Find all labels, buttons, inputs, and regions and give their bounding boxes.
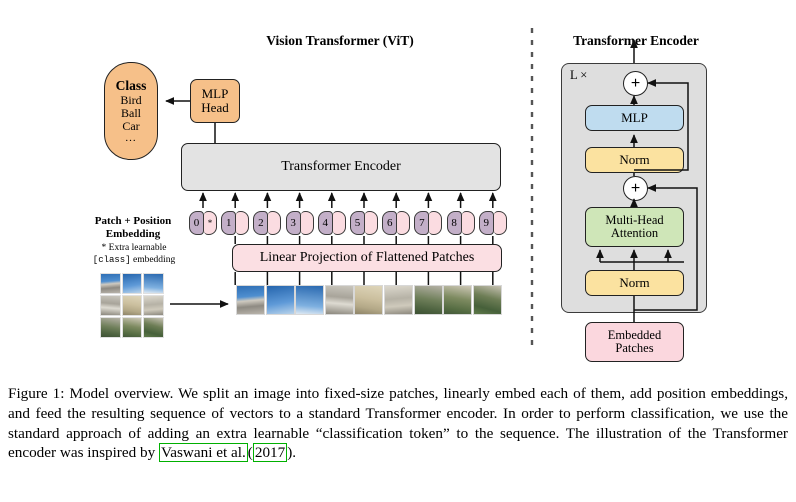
token-2: 2	[253, 211, 282, 235]
token-number: 4	[317, 211, 333, 235]
embedded-patches-line1: Embedded	[607, 327, 662, 342]
token-number: 6	[382, 211, 398, 235]
token-patch-slot	[332, 211, 346, 235]
right-panel-title: Transformer Encoder	[573, 33, 699, 48]
token-patch-slot	[397, 211, 411, 235]
source-patch	[100, 317, 121, 338]
class-item-2: Car	[122, 118, 140, 133]
token-3: 3	[285, 211, 314, 235]
class-item-0: Bird	[120, 92, 142, 107]
mha-line2: Attention	[610, 226, 659, 240]
figure-caption: Figure 1: Model overview. We split an im…	[8, 384, 788, 463]
flattened-patch	[354, 285, 384, 315]
flattened-patch	[295, 285, 325, 315]
source-patch	[121, 295, 143, 316]
patch-position-line1: Patch + Position	[94, 215, 172, 227]
caption-end: .	[292, 444, 297, 462]
source-patch	[143, 317, 164, 338]
flattened-patch	[236, 285, 265, 315]
extra-learnable-line1: * Extra learnable	[101, 243, 167, 253]
token-4: 4	[317, 211, 346, 235]
linear-projection-label: Linear Projection of Flattened Patches	[259, 250, 475, 266]
multi-head-attention-box: Multi-Head Attention	[585, 207, 684, 247]
encoder-norm-bottom-box: Norm	[585, 270, 684, 296]
token-8: 8	[446, 211, 475, 235]
citation-author-link[interactable]: Vaswani et al.	[159, 443, 248, 463]
repeat-count-label: L ×	[570, 68, 588, 82]
extra-learnable-note: * Extra learnable [class] embedding	[78, 243, 190, 267]
token-number: 3	[285, 211, 301, 235]
citation-year-link[interactable]: 2017	[252, 443, 288, 463]
token-6: 6	[382, 211, 411, 235]
left-panel-title: Vision Transformer (ViT)	[266, 33, 414, 48]
embedded-patches-box: Embedded Patches	[585, 322, 684, 362]
mlp-head-line2: Head	[201, 100, 229, 115]
token-number: 1	[221, 211, 237, 235]
source-patch	[143, 273, 164, 294]
token-number: 0	[189, 211, 204, 235]
encoder-norm-top-box: Norm	[585, 147, 684, 173]
token-number: 8	[446, 211, 462, 235]
linear-projection-box: Linear Projection of Flattened Patches	[232, 244, 502, 272]
flattened-patch	[443, 285, 473, 315]
token-patch-slot	[365, 211, 378, 235]
transformer-encoder-box: Transformer Encoder	[181, 143, 501, 191]
token-patch-slot	[300, 211, 314, 235]
flattened-patch	[472, 285, 502, 315]
token-patch-slot	[268, 211, 282, 235]
token-number: 9	[478, 211, 494, 235]
source-patch	[100, 273, 121, 294]
flattened-patch	[324, 285, 354, 315]
token-1: 1	[221, 211, 250, 235]
flattened-patch	[413, 285, 443, 315]
token-9: 9	[478, 211, 507, 235]
patch-position-embedding-label: Patch + Position Embedding	[78, 215, 188, 240]
class-ellipsis: ...	[125, 131, 137, 144]
caption-text: Figure 1: Model overview. We split an im…	[8, 385, 788, 462]
mlp-head-box: MLP Head	[190, 79, 240, 123]
token-0: 0 *	[189, 211, 217, 235]
token-number: 5	[350, 211, 365, 235]
source-patch	[121, 273, 143, 294]
token-number: 7	[414, 211, 430, 235]
token-patch-slot	[493, 211, 507, 235]
class-item-1: Ball	[121, 105, 141, 120]
residual-add-top: +	[623, 71, 648, 96]
source-image-grid	[100, 273, 164, 338]
source-patch	[143, 295, 164, 316]
residual-add-bottom: +	[623, 176, 648, 201]
embedded-patches-line2: Patches	[615, 341, 654, 355]
mlp-head-line1: MLP	[201, 85, 229, 101]
patch-position-line2: Embedding	[105, 227, 161, 240]
token-number: 2	[253, 211, 269, 235]
class-output-box: Class Bird Ball Car ...	[104, 62, 158, 160]
flattened-patch	[384, 285, 413, 315]
token-patch-slot: *	[204, 211, 217, 235]
encoder-mlp-box: MLP	[585, 105, 684, 131]
transformer-encoder-label: Transformer Encoder	[281, 159, 401, 175]
token-7: 7	[414, 211, 443, 235]
token-5: 5	[350, 211, 378, 235]
extra-learnable-suffix: embedding	[132, 254, 176, 265]
source-patch	[100, 295, 121, 316]
class-token-mono: [class]	[92, 254, 131, 265]
mha-line1: Multi-Head	[605, 212, 664, 227]
source-patch	[121, 317, 143, 338]
class-box-title: Class	[115, 78, 147, 94]
token-patch-slot	[236, 211, 250, 235]
token-patch-slot	[429, 211, 443, 235]
flattened-patch	[265, 285, 295, 315]
token-patch-slot	[461, 211, 475, 235]
figure-diagram: Vision Transformer (ViT) Transformer Enc…	[0, 0, 796, 376]
